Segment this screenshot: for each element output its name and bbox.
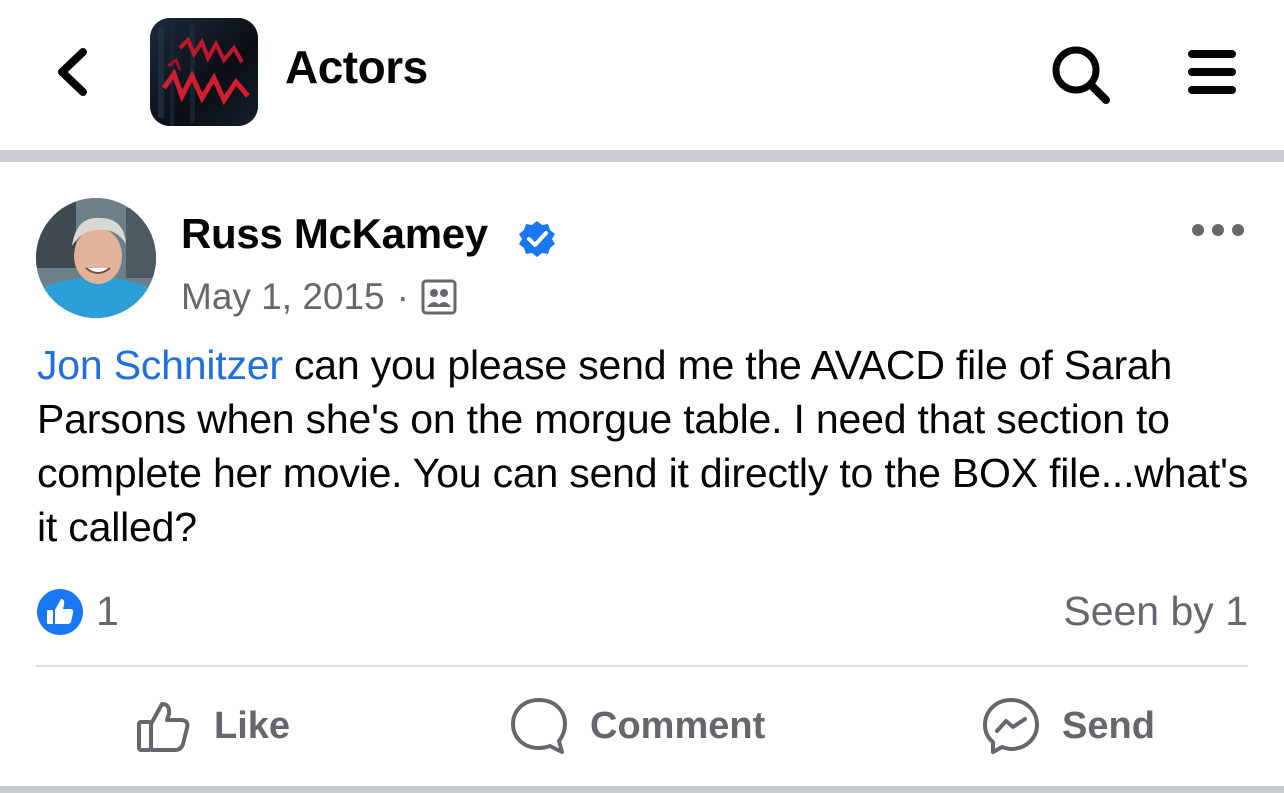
like-button[interactable]: Like [134,690,290,762]
more-options-icon[interactable] [1190,218,1246,242]
author-avatar[interactable] [36,198,156,318]
back-chevron-icon[interactable] [48,42,98,102]
mention-link[interactable]: Jon Schnitzer [37,342,283,388]
author-name[interactable]: Russ McKamey [181,210,488,258]
like-reaction-icon[interactable] [36,588,84,636]
group-title[interactable]: Actors [285,40,428,94]
post-text: Jon Schnitzer can you please send me the… [37,338,1252,554]
messenger-icon [983,698,1039,754]
thumbs-up-icon [137,702,190,752]
verified-badge-icon [519,221,555,257]
group-cover-thumbnail[interactable] [150,18,258,126]
header-divider [0,150,1284,162]
post-date[interactable]: May 1, 2015 [181,276,385,318]
send-button[interactable]: Send [980,690,1155,762]
group-audience-icon [421,279,457,315]
comment-button[interactable]: Comment [508,690,765,762]
seen-by-count[interactable]: Seen by 1 [1063,588,1248,635]
hamburger-menu-icon[interactable] [1186,46,1238,98]
send-label: Send [1062,704,1155,747]
post-meta: May 1, 2015 · [181,276,457,318]
like-label: Like [214,704,291,747]
search-icon[interactable] [1046,42,1116,106]
actions-divider [36,665,1248,667]
comment-label: Comment [590,704,766,747]
post-bottom-divider [0,786,1284,793]
group-cover-image [150,18,258,126]
comment-bubble-icon [511,698,567,754]
meta-separator: · [396,276,409,317]
avatar-photo [36,198,156,318]
reaction-count[interactable]: 1 [96,588,119,635]
app-header: Actors [0,0,1284,150]
